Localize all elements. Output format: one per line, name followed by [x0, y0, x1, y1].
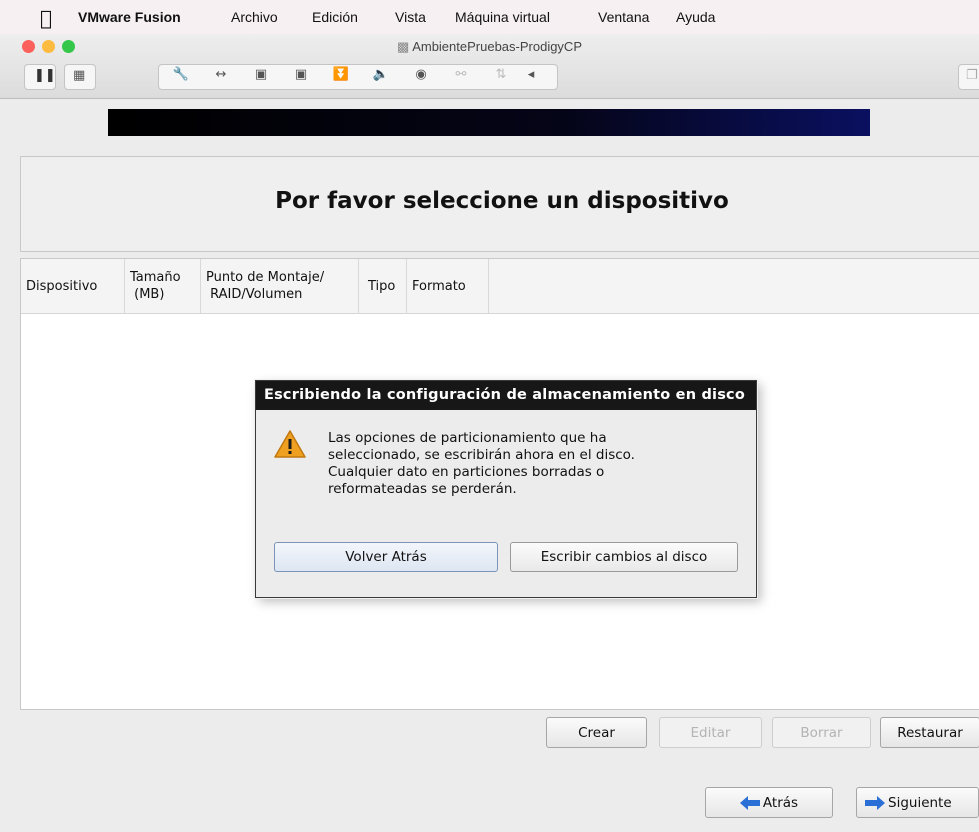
edit-button[interactable]: Editar	[659, 717, 762, 748]
unity-button[interactable]: ❐	[958, 64, 979, 90]
snapshot-icon: ▦	[73, 68, 86, 83]
menu-maquina-virtual[interactable]: Máquina virtual	[455, 9, 550, 25]
network-icon[interactable]: ↔	[210, 67, 232, 82]
sharing-icon[interactable]: ⇅	[490, 67, 512, 82]
vm-icon: ▩	[396, 39, 410, 54]
camera-icon[interactable]: ◉	[410, 67, 432, 82]
menu-archivo[interactable]: Archivo	[231, 9, 278, 25]
menu-ventana[interactable]: Ventana	[598, 9, 649, 25]
next-button[interactable]: Siguiente	[856, 787, 979, 818]
page-title: Por favor seleccione un dispositivo	[275, 188, 729, 214]
back-button[interactable]: Atrás	[705, 787, 833, 818]
arrow-right-icon	[865, 795, 885, 810]
delete-button[interactable]: Borrar	[772, 717, 871, 748]
apple-icon[interactable]: 	[40, 6, 52, 30]
next-button-label: Siguiente	[888, 794, 952, 811]
pause-button[interactable]: ❚❚	[24, 64, 56, 90]
menu-vista[interactable]: Vista	[395, 9, 426, 25]
create-button[interactable]: Crear	[546, 717, 647, 748]
wrench-icon[interactable]: 🔧	[170, 67, 192, 82]
message-line: Las opciones de particionamiento que ha	[328, 430, 607, 446]
col-type-label: Tipo	[368, 278, 396, 294]
col-device-label: Dispositivo	[26, 278, 98, 294]
toolbar-arrow-icon[interactable]: ◂	[520, 67, 542, 82]
message-line: seleccionado, se escribirán ahora en el …	[328, 447, 635, 463]
col-mount[interactable]: Punto de Montaje/ RAID/Volumen	[201, 259, 359, 313]
window-title: ▩ AmbientePruebas-ProdigyCP	[0, 39, 979, 55]
table-header: Dispositivo Tamaño (MB) Punto de Montaje…	[21, 259, 979, 314]
warning-icon	[274, 430, 306, 458]
arrow-left-icon	[739, 795, 760, 810]
disk1-icon[interactable]: ▣	[250, 67, 272, 82]
write-confirm-dialog: Escribiendo la configuración de almacena…	[255, 380, 757, 598]
installer-banner	[108, 109, 870, 136]
col-mount-label: Punto de Montaje/ RAID/Volumen	[206, 270, 325, 302]
dialog-titlebar[interactable]: Escribiendo la configuración de almacena…	[256, 381, 756, 410]
message-line: Cualquier dato en particiones borradas o	[328, 464, 605, 480]
page-header: Por favor seleccione un dispositivo	[20, 156, 979, 252]
menu-bar:  VMware Fusion Archivo Edición Vista Má…	[0, 0, 979, 34]
col-type[interactable]: Tipo	[359, 259, 407, 313]
window-title-text: AmbientePruebas-ProdigyCP	[412, 39, 582, 54]
dialog-message: Las opciones de particionamiento que ha …	[328, 430, 738, 498]
sound-icon[interactable]: 🔈	[370, 67, 392, 82]
menu-app-name[interactable]: VMware Fusion	[78, 9, 181, 25]
col-size[interactable]: Tamaño (MB)	[125, 259, 201, 313]
message-line: reformateadas se perderán.	[328, 481, 517, 497]
go-back-button[interactable]: Volver Atrás	[274, 542, 498, 572]
snapshot-button[interactable]: ▦	[64, 64, 96, 90]
window-titlebar: ▩ AmbientePruebas-ProdigyCP ❚❚ ▦ 🔧 ↔ ▣ ▣…	[0, 34, 979, 99]
usb-icon[interactable]: ⚯	[450, 67, 472, 82]
menu-ayuda[interactable]: Ayuda	[676, 9, 715, 25]
dialog-body: Las opciones de particionamiento que ha …	[256, 410, 756, 597]
dialog-title: Escribiendo la configuración de almacena…	[264, 387, 746, 403]
unity-icon: ❐	[966, 68, 978, 83]
restore-button[interactable]: Restaurar	[880, 717, 979, 748]
col-device[interactable]: Dispositivo	[21, 259, 125, 313]
back-button-label: Atrás	[762, 794, 799, 811]
col-format[interactable]: Formato	[407, 259, 489, 313]
pause-icon: ❚❚	[34, 68, 56, 83]
cdrom-icon[interactable]: ⏬	[330, 67, 352, 82]
menu-edicion[interactable]: Edición	[312, 9, 358, 25]
write-changes-button[interactable]: Escribir cambios al disco	[510, 542, 738, 572]
col-size-label: Tamaño (MB)	[130, 270, 181, 302]
disk2-icon[interactable]: ▣	[290, 67, 312, 82]
col-format-label: Formato	[412, 278, 466, 294]
